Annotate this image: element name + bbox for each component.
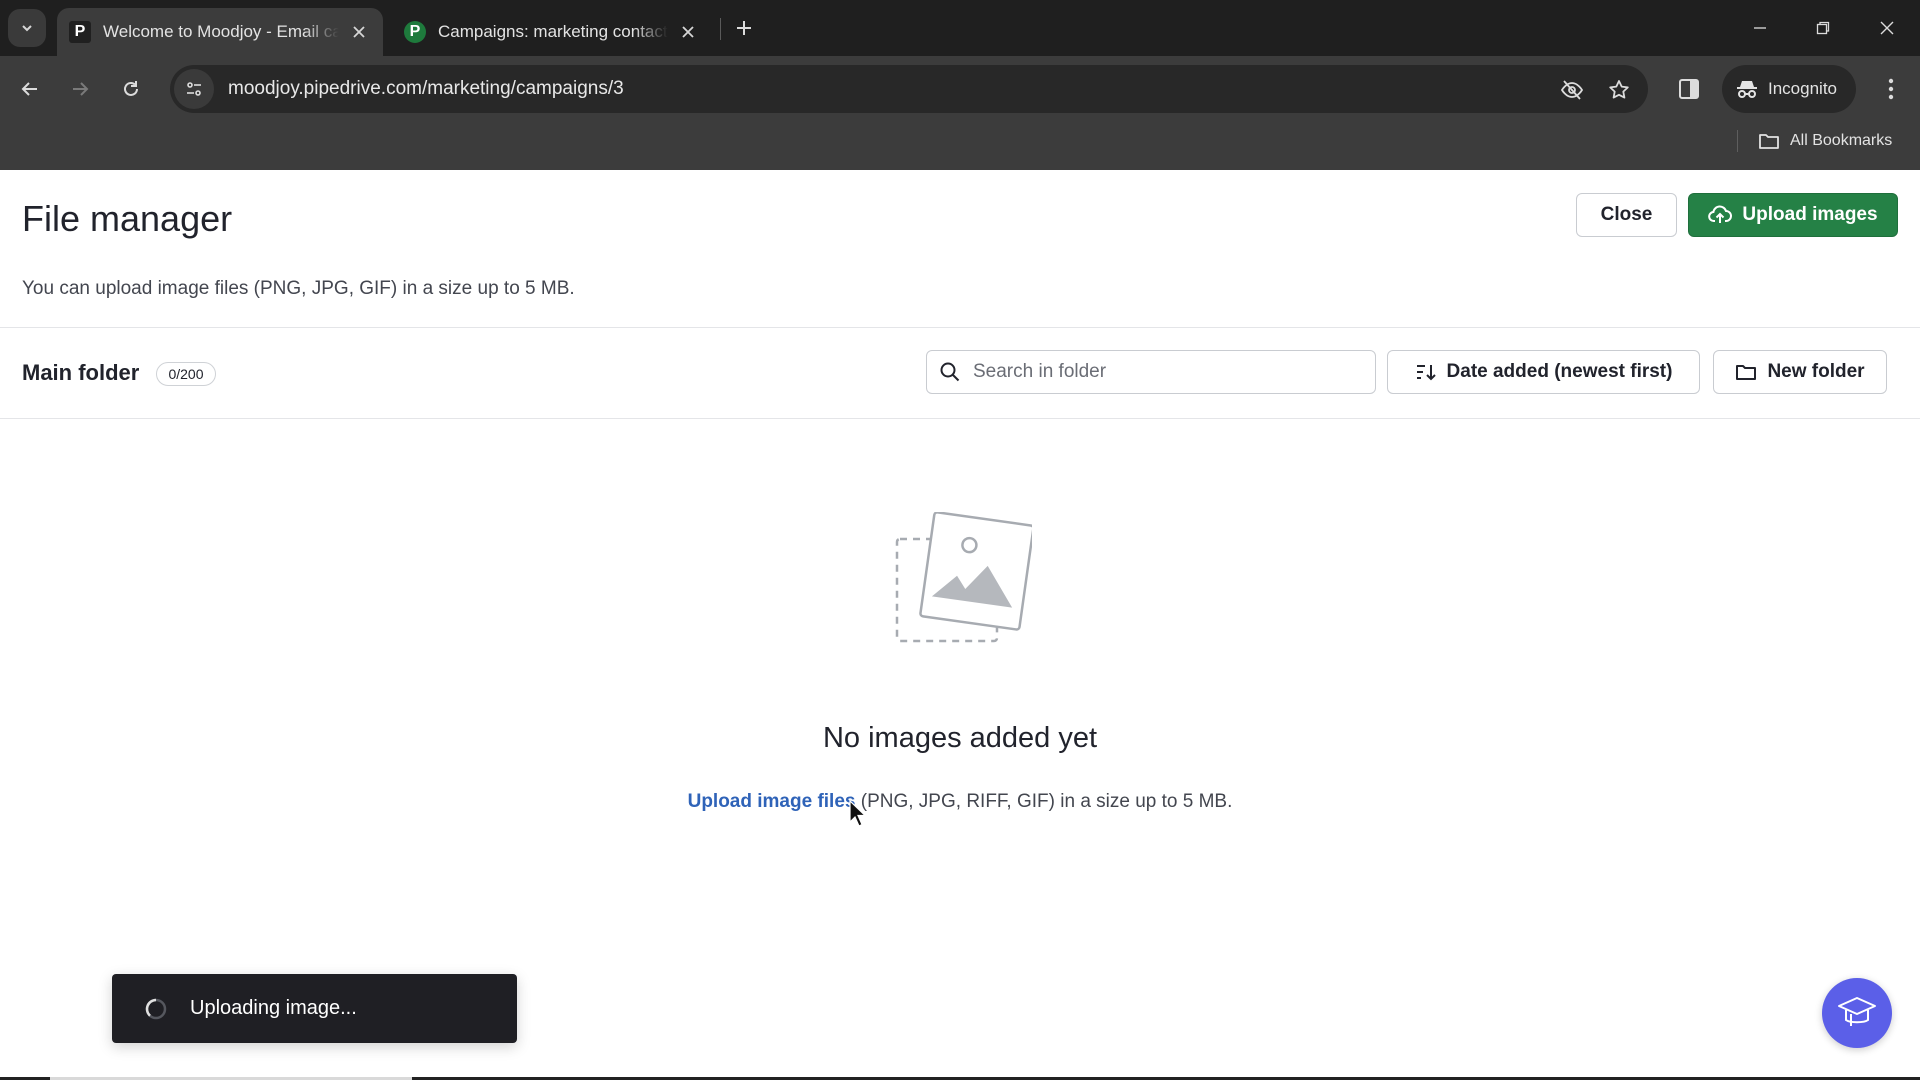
incognito-label: Incognito	[1768, 79, 1837, 98]
tune-icon	[187, 82, 201, 96]
empty-state-title: No images added yet	[822, 722, 1098, 754]
search-input[interactable]	[973, 361, 1353, 383]
new-folder-label: New folder	[1767, 361, 1865, 382]
mouse-cursor-icon	[849, 800, 867, 827]
tab-campaigns[interactable]: P Campaigns: marketing contacts	[392, 8, 712, 56]
folder-icon	[1736, 365, 1757, 380]
pipedrive-favicon-icon: P	[69, 21, 91, 43]
restore-icon	[1816, 21, 1830, 35]
file-manager-page: File manager Close Upload images You can…	[0, 170, 1920, 1077]
incognito-chip[interactable]: Incognito	[1722, 65, 1856, 113]
address-bar[interactable]: moodjoy.pipedrive.com/marketing/campaign…	[170, 65, 1648, 113]
restore-button[interactable]	[1803, 12, 1843, 44]
toast-message: Uploading image...	[190, 997, 357, 1019]
chevron-down-icon	[22, 25, 32, 32]
reload-icon	[124, 81, 138, 96]
minimize-button[interactable]	[1740, 12, 1780, 44]
upload-images-button[interactable]: Upload images	[1688, 193, 1898, 237]
new-tab-button[interactable]	[730, 14, 758, 42]
arrow-right-icon	[73, 82, 89, 96]
tab-title: Welcome to Moodjoy - Email campaigns	[103, 22, 339, 41]
cloud-upload-icon	[1708, 205, 1733, 223]
bookmarks-separator	[1737, 130, 1738, 152]
graduation-cap-icon	[1838, 997, 1876, 1026]
empty-state-description-text: (PNG, JPG, RIFF, GIF) in a size up to 5 …	[855, 791, 1233, 812]
page-description: You can upload image files (PNG, JPG, GI…	[22, 278, 575, 299]
tab-welcome[interactable]: P Welcome to Moodjoy - Email campaigns	[57, 8, 383, 56]
tab-title: Campaigns: marketing contacts	[438, 22, 668, 41]
search-in-folder[interactable]	[926, 350, 1376, 394]
side-panel-icon	[1679, 79, 1699, 99]
upload-images-label: Upload images	[1742, 204, 1878, 225]
folder-count-badge: 0/200	[156, 362, 216, 386]
folder-title: Main folder	[22, 360, 140, 385]
bookmark-star-icon[interactable]	[1606, 77, 1632, 103]
incognito-icon	[1737, 81, 1757, 98]
browser-toolbar: moodjoy.pipedrive.com/marketing/campaign…	[0, 56, 1920, 122]
pipedrive-favicon-icon: P	[404, 21, 426, 43]
empty-state-description: Upload image files (PNG, JPG, RIFF, GIF)…	[0, 791, 1920, 813]
empty-image-illustration-icon	[895, 512, 1032, 643]
all-bookmarks-label: All Bookmarks	[1790, 132, 1893, 149]
arrow-left-icon	[21, 82, 37, 96]
help-learning-button[interactable]	[1822, 978, 1892, 1048]
plus-icon	[737, 21, 751, 35]
sort-icon	[1416, 365, 1436, 381]
url-text[interactable]: moodjoy.pipedrive.com/marketing/campaign…	[228, 78, 624, 100]
tab-bar: P Welcome to Moodjoy - Email campaigns P…	[0, 0, 1920, 56]
minimize-icon	[1754, 27, 1766, 29]
search-icon	[940, 362, 960, 382]
close-tab-icon[interactable]	[347, 20, 371, 44]
page-title: File manager	[22, 198, 233, 239]
site-info-button[interactable]	[174, 69, 214, 109]
eye-off-icon[interactable]	[1559, 77, 1585, 103]
uploading-toast: Uploading image...	[112, 974, 517, 1043]
spinner-icon	[145, 998, 167, 1019]
folder-icon	[1759, 134, 1779, 149]
browser-chrome: P Welcome to Moodjoy - Email campaigns P…	[0, 0, 1920, 170]
browser-menu-button[interactable]	[1876, 74, 1906, 104]
tab-search-button[interactable]	[8, 9, 46, 47]
more-vert-icon	[1888, 78, 1894, 100]
close-window-button[interactable]	[1867, 12, 1907, 44]
upload-image-files-link[interactable]: Upload image files	[688, 791, 856, 812]
divider	[0, 327, 1920, 328]
divider	[0, 418, 1920, 419]
new-folder-button[interactable]: New folder	[1713, 350, 1887, 394]
sort-dropdown-button[interactable]: Date added (newest first)	[1387, 350, 1700, 394]
all-bookmarks-button[interactable]: All Bookmarks	[1758, 127, 1892, 155]
bookmarks-bar: All Bookmarks	[0, 122, 1920, 170]
close-button[interactable]: Close	[1576, 193, 1677, 237]
back-button[interactable]	[13, 72, 47, 106]
forward-button[interactable]	[63, 72, 97, 106]
reload-button[interactable]	[114, 72, 148, 106]
tab-separator	[720, 18, 721, 40]
close-tab-icon[interactable]	[676, 20, 700, 44]
sort-label: Date added (newest first)	[1446, 361, 1673, 382]
side-panel-button[interactable]	[1675, 75, 1703, 103]
close-icon	[1880, 21, 1894, 35]
